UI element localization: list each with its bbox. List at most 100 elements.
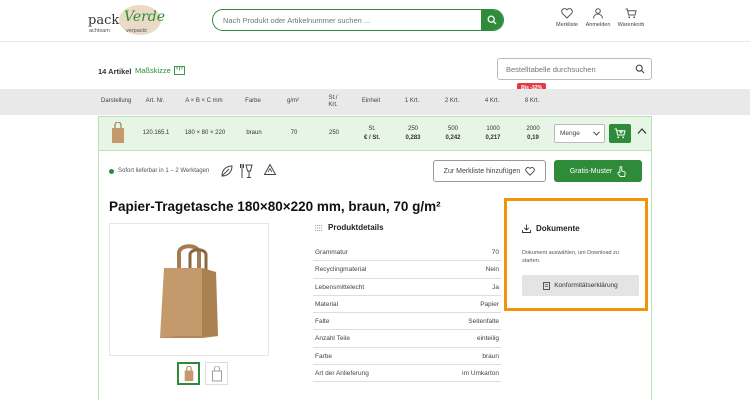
spec-row: Grammatur 70 <box>313 244 501 262</box>
add-to-wishlist-label: Zur Merkliste hinzufügen <box>443 167 521 175</box>
spec-value: Papier <box>480 300 499 308</box>
row-tier-1: 250 0,283 <box>398 117 428 150</box>
product-row[interactable]: 120.165.1 180 × 80 × 220 braun 70 250 St… <box>98 116 652 151</box>
quantity-select[interactable]: Menge <box>554 124 605 143</box>
chevron-down-icon <box>593 131 600 136</box>
nav-cart-label: Warenkorb <box>617 22 645 28</box>
row-unit: St. € / St. <box>357 117 387 150</box>
row-dimensions: 180 × 80 × 220 <box>184 130 226 137</box>
spec-key: Falte <box>315 318 330 326</box>
col-header-tier-8: 8 Krt. <box>524 98 540 105</box>
product-details-title: Produktdetails <box>328 223 384 232</box>
order-table-search-input[interactable] <box>498 59 628 80</box>
tier-4-price: 0,217 <box>485 134 501 141</box>
tier-1-qty: 250 <box>407 126 418 133</box>
site-header: pack Verde achtsam verpackt Merkliste An… <box>0 0 750 42</box>
documents-heading: Dokumente <box>522 224 580 233</box>
col-header-unit: Einheit <box>361 98 381 105</box>
spec-row: Art der Anlieferung im Umkarton <box>313 365 501 383</box>
image-thumbnail-1[interactable] <box>177 362 200 385</box>
logo[interactable]: pack Verde achtsam verpackt <box>88 4 165 36</box>
documents-title: Dokumente <box>536 224 580 233</box>
col-header-per-carton: St./ Krt. <box>328 94 338 108</box>
quantity-select-value: Menge <box>560 130 580 137</box>
order-table-search <box>497 58 652 80</box>
hand-pointer-icon <box>617 165 626 177</box>
row-unit-top: St. <box>368 126 376 133</box>
heart-icon <box>561 8 573 19</box>
spec-row: Anzahl Teile einteilig <box>313 330 501 348</box>
spec-value: im Umkarton <box>462 370 499 378</box>
spec-row: Lebensmittelecht Ja <box>313 279 501 296</box>
row-per-carton: 250 <box>328 130 339 137</box>
col-header-color: Farbe <box>245 98 261 105</box>
spec-key: Anzahl Teile <box>315 335 350 343</box>
paper-bag-thumbnail <box>184 365 193 381</box>
add-to-wishlist-button[interactable]: Zur Merkliste hinzufügen <box>433 160 546 182</box>
spec-value: Seitenfalte <box>468 318 499 326</box>
tier-8-qty: 2000 <box>526 126 540 133</box>
spec-key: Lebensmittelecht <box>315 283 365 291</box>
page: pack Verde achtsam verpackt Merkliste An… <box>0 0 750 400</box>
logo-main-text: pack <box>88 13 120 28</box>
free-sample-label: Gratis-Muster <box>569 167 613 175</box>
col-header-tier-2: 2 Krt. <box>444 98 460 105</box>
conformity-declaration-label: Konformitätserklärung <box>554 282 618 289</box>
spec-table: Grammatur 70 Recyclingmaterial Nein Lebens… <box>313 244 501 383</box>
paper-leaf-icon <box>221 165 233 177</box>
search-icon <box>487 15 497 25</box>
documents-box: Dokumente Dokument auswählen, um Downloa… <box>504 198 648 311</box>
col-header-tier-1: 1 Krt. <box>404 98 420 105</box>
spec-row: Recyclingmaterial Nein <box>313 261 501 279</box>
row-gsm: 70 <box>290 130 298 137</box>
row-art-nr: 120.165.1 <box>142 130 170 137</box>
documents-hint: Dokument auswählen, um Download zu start… <box>522 250 619 264</box>
nav-cart[interactable]: Warenkorb <box>613 8 649 28</box>
spec-value: braun <box>482 352 499 360</box>
spec-row: Falte Seitenfalte <box>313 313 501 331</box>
col-header-gsm: g/m² <box>287 98 299 105</box>
tier-1-price: 0,283 <box>405 134 421 141</box>
list-icon <box>315 224 323 231</box>
conformity-declaration-button[interactable]: Konformitätserklärung <box>522 275 639 296</box>
availability-dot <box>109 168 114 174</box>
availability-text: Sofort lieferbar in 1 – 2 Werktagen <box>118 168 210 174</box>
tier-4-qty: 1000 <box>486 126 500 133</box>
nav-wishlist-label: Merkliste <box>555 22 578 28</box>
document-icon <box>543 281 551 290</box>
logo-sub-right: verpackt <box>126 28 147 34</box>
add-to-cart-button[interactable] <box>609 124 631 143</box>
col-header-art-nr: Art. Nr. <box>145 98 165 105</box>
tier-2-price: 0,242 <box>445 134 461 141</box>
col-header-dimensions: A × B × C mm <box>185 98 223 105</box>
spec-key: Art der Anlieferung <box>315 370 369 378</box>
row-tier-2: 500 0,242 <box>438 117 468 150</box>
tier-8-price: 0,19 <box>527 134 539 141</box>
table-header: Darstellung Art. Nr. A × B × C mm Farbe … <box>0 89 750 115</box>
spec-key: Recyclingmaterial <box>315 266 367 274</box>
nav-login-label: Anmelden <box>585 22 611 28</box>
spec-value: Ja <box>492 283 499 291</box>
spec-key: Material <box>315 300 339 308</box>
product-search <box>212 9 504 31</box>
chevron-up-icon[interactable] <box>637 127 647 135</box>
product-details-heading: Produktdetails <box>315 223 384 232</box>
cart-plus-icon <box>614 128 626 139</box>
product-image[interactable] <box>109 223 269 356</box>
image-thumbnail-2[interactable] <box>205 362 228 385</box>
dimension-sketch-link[interactable]: Maßskizze <box>135 66 185 75</box>
search-icon[interactable] <box>635 64 645 74</box>
free-sample-button[interactable]: Gratis-Muster <box>554 160 642 182</box>
product-search-input[interactable] <box>213 10 483 30</box>
bag-sketch-thumbnail <box>211 365 222 381</box>
row-unit-bottom: € / St. <box>363 134 380 141</box>
search-button[interactable] <box>481 10 503 30</box>
col-header-tier-4: 4 Krt. <box>484 98 500 105</box>
heart-icon <box>525 166 536 176</box>
product-title: Papier-Tragetasche 180×80×220 mm, braun,… <box>109 199 441 214</box>
dimension-sketch-label: Maßskizze <box>135 66 171 75</box>
paper-bag-thumbnail <box>112 122 124 143</box>
food-safe-icon <box>240 164 253 178</box>
spec-value: 70 <box>491 249 499 256</box>
nav-login[interactable]: Anmelden <box>580 8 616 28</box>
